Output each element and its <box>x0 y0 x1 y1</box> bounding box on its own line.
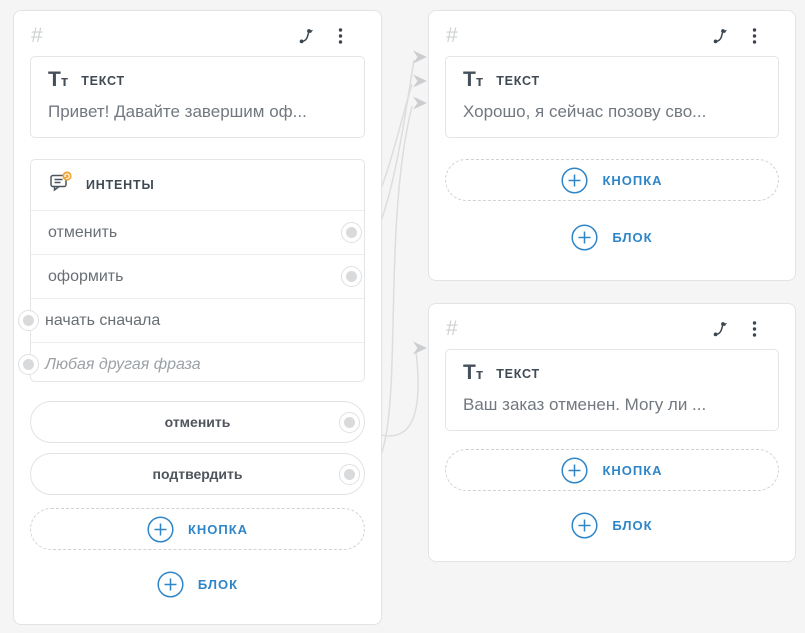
connections-icon[interactable] <box>298 27 316 45</box>
text-preview: Ваш заказ отменен. Могу ли ... <box>446 385 778 415</box>
connection-arrowhead <box>413 342 427 355</box>
connection-port[interactable] <box>339 412 360 433</box>
text-type-icon: Tт <box>463 363 483 385</box>
add-block-button[interactable]: БЛОК <box>445 216 779 258</box>
node-header: # <box>446 23 763 49</box>
connection-port[interactable] <box>341 266 362 287</box>
block-type-label: ТЕКСТ <box>81 74 125 88</box>
kebab-menu-icon[interactable] <box>331 27 349 45</box>
plus-circle-icon <box>147 516 174 543</box>
connections-icon[interactable] <box>712 320 730 338</box>
intent-label: оформить <box>48 268 123 286</box>
node-id-hash: # <box>446 23 458 49</box>
intent-row-any-phrase[interactable]: Любая другая фраза <box>31 343 364 386</box>
intent-row[interactable]: отменить <box>31 211 364 255</box>
intent-label: Любая другая фраза <box>45 356 201 374</box>
flow-node-card[interactable]: # Tт ТЕКСТ Ваш з <box>428 303 796 562</box>
node-header: # <box>31 23 349 49</box>
connections-icon[interactable] <box>712 27 730 45</box>
text-block[interactable]: Tт ТЕКСТ Ваш заказ отменен. Могу ли ... <box>445 349 779 431</box>
text-preview: Привет! Давайте завершим оф... <box>31 92 364 122</box>
plus-circle-icon <box>561 167 588 194</box>
add-block-label: БЛОК <box>198 577 238 592</box>
node-id-hash: # <box>31 23 43 49</box>
text-type-icon: Tт <box>463 70 483 92</box>
node-id-hash: # <box>446 316 458 342</box>
text-block[interactable]: Tт ТЕКСТ Привет! Давайте завершим оф... <box>30 56 365 138</box>
flow-node-card[interactable]: # Tт ТЕКСТ Хорош <box>428 10 796 281</box>
node-header: # <box>446 316 763 342</box>
connection-port[interactable] <box>18 354 39 375</box>
intent-row[interactable]: начать сначала <box>31 299 364 343</box>
text-type-icon: Tт <box>48 70 68 92</box>
intents-label: ИНТЕНТЫ <box>86 178 155 192</box>
connection-port[interactable] <box>18 310 39 331</box>
intent-row[interactable]: оформить <box>31 255 364 299</box>
intents-header: ИНТЕНТЫ <box>31 160 364 211</box>
add-button-button[interactable]: КНОПКА <box>30 508 365 550</box>
plus-circle-icon <box>561 457 588 484</box>
add-button-label: КНОПКА <box>188 522 248 537</box>
add-button-label: КНОПКА <box>602 463 662 478</box>
bot-button[interactable]: подтвердить <box>30 453 365 495</box>
intents-icon <box>48 171 73 199</box>
add-button-button[interactable]: КНОПКА <box>445 449 779 491</box>
add-button-button[interactable]: КНОПКА <box>445 159 779 201</box>
bot-button-label: отменить <box>165 414 231 430</box>
flow-node-card[interactable]: # Tт ТЕКСТ Пр <box>13 10 382 625</box>
connection-arrowhead <box>413 97 427 110</box>
kebab-menu-icon[interactable] <box>745 320 763 338</box>
text-block[interactable]: Tт ТЕКСТ Хорошо, я сейчас позову сво... <box>445 56 779 138</box>
kebab-menu-icon[interactable] <box>745 27 763 45</box>
add-block-button[interactable]: БЛОК <box>445 504 779 546</box>
plus-circle-icon <box>157 571 184 598</box>
block-type-label: ТЕКСТ <box>496 74 540 88</box>
intent-label: начать сначала <box>45 312 160 330</box>
text-preview: Хорошо, я сейчас позову сво... <box>446 92 778 122</box>
intent-label: отменить <box>48 224 117 242</box>
connection-arrowhead <box>413 75 427 88</box>
bot-button[interactable]: отменить <box>30 401 365 443</box>
connection-port[interactable] <box>341 222 362 243</box>
add-button-label: КНОПКА <box>602 173 662 188</box>
connection-port[interactable] <box>339 464 360 485</box>
block-type-label: ТЕКСТ <box>496 367 540 381</box>
add-block-label: БЛОК <box>612 230 652 245</box>
intents-block[interactable]: ИНТЕНТЫ отменить оформить начать сначала… <box>30 159 365 382</box>
add-block-label: БЛОК <box>612 518 652 533</box>
connection-arrowhead <box>413 51 427 64</box>
plus-circle-icon <box>571 224 598 251</box>
add-block-button[interactable]: БЛОК <box>30 563 365 605</box>
plus-circle-icon <box>571 512 598 539</box>
bot-button-label: подтвердить <box>153 466 243 482</box>
